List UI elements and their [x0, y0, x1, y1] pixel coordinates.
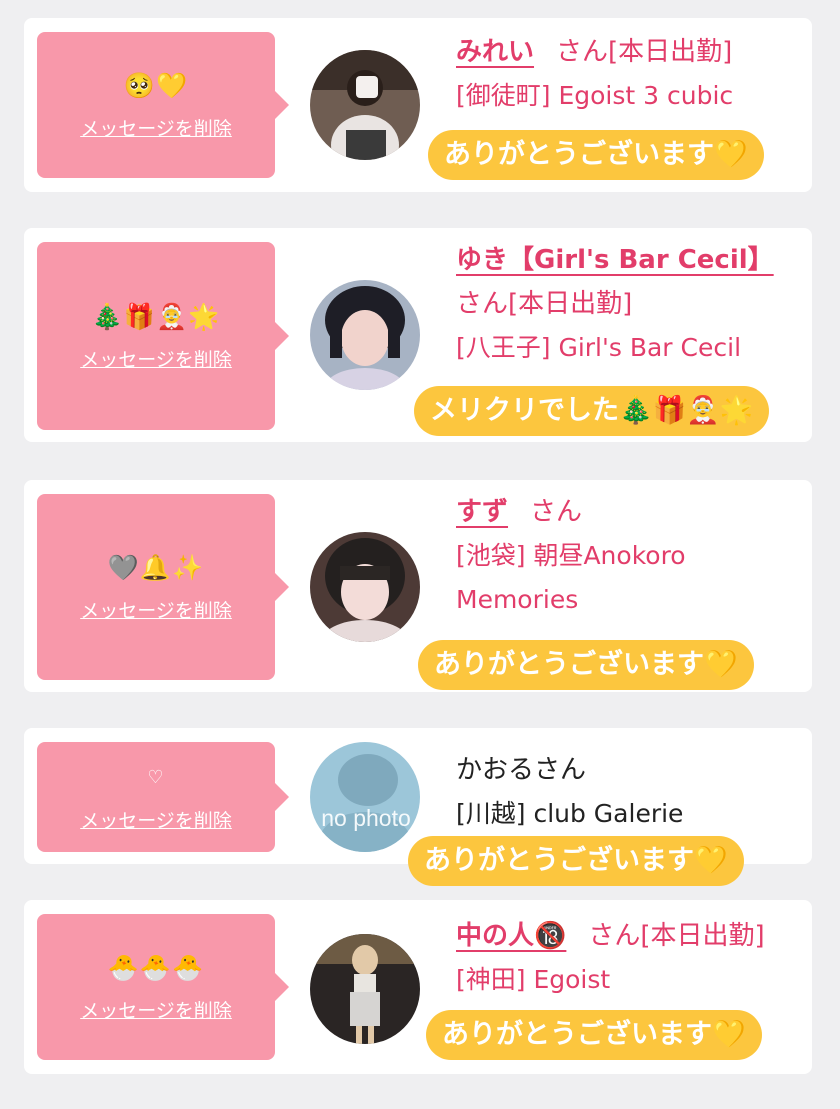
shop-info: [神田] Egoist — [456, 965, 611, 994]
message-card: 🥺💛 メッセージを削除 みれい さん[本日出勤] [御徒町] Egoist 3 c… — [24, 18, 812, 192]
sender-name[interactable]: すず — [456, 497, 508, 527]
message-emoji: ♡ — [147, 766, 165, 788]
sender-status: さん[本日出勤] — [556, 37, 733, 67]
message-bubble: 🐣🐣🐣 メッセージを削除 — [37, 914, 289, 1060]
message-info: 中の人🔞 さん[本日出勤] [神田] Egoist — [456, 914, 792, 1002]
message-emoji: 🥺💛 — [123, 70, 189, 100]
message-bubble: 🎄🎁🤶🌟 メッセージを削除 — [37, 242, 289, 430]
delete-message-link[interactable]: メッセージを削除 — [80, 114, 232, 141]
shop-info: [八王子] Girl's Bar Cecil — [456, 333, 742, 362]
avatar[interactable] — [310, 50, 420, 160]
delete-message-link[interactable]: メッセージを削除 — [80, 996, 232, 1023]
sender-status: さん[本日出勤] — [456, 289, 633, 319]
message-info: ゆき【Girl's Bar Cecil】 さん[本日出勤] [八王子] Girl… — [456, 238, 792, 370]
avatar[interactable] — [310, 532, 420, 642]
message-bubble: ♡ メッセージを削除 — [37, 742, 289, 852]
message-info: かおるさん [川越] club Galerie — [456, 748, 792, 836]
avatar[interactable] — [310, 280, 420, 390]
reply-badge: ありがとうございます💛 — [418, 640, 754, 690]
delete-message-link[interactable]: メッセージを削除 — [80, 596, 232, 623]
message-emoji: 🎄🎁🤶🌟 — [91, 301, 221, 331]
avatar[interactable]: no photo — [310, 742, 420, 852]
sender-status: さん — [530, 497, 583, 527]
delete-message-link[interactable]: メッセージを削除 — [80, 806, 232, 833]
message-emoji: 🐣🐣🐣 — [107, 952, 205, 982]
sender-name[interactable]: ゆき【Girl's Bar Cecil】 — [456, 245, 774, 275]
sender-name: かおるさん — [456, 755, 587, 785]
message-bubble: 🩶🔔✨ メッセージを削除 — [37, 494, 289, 680]
message-info: みれい さん[本日出勤] [御徒町] Egoist 3 cubic — [456, 30, 792, 118]
message-card: 🩶🔔✨ メッセージを削除 すず さん [池袋] 朝昼Anokoro Memorie… — [24, 480, 812, 692]
message-bubble: 🥺💛 メッセージを削除 — [37, 32, 289, 178]
no-photo-text: no photo — [321, 805, 411, 831]
sender-name[interactable]: みれい — [456, 37, 534, 67]
sender-status: さん[本日出勤] — [588, 921, 765, 951]
shop-info: [御徒町] Egoist 3 cubic — [456, 81, 734, 110]
delete-message-link[interactable]: メッセージを削除 — [80, 345, 232, 372]
reply-badge: メリクリでした🎄🎁🤶🌟 — [414, 386, 770, 436]
message-emoji: 🩶🔔✨ — [107, 552, 205, 582]
message-card: 🎄🎁🤶🌟 メッセージを削除 ゆき【Girl's Bar Cecil】 さん[本日… — [24, 228, 812, 442]
reply-badge: ありがとうございます💛 — [428, 130, 764, 180]
sender-name[interactable]: 中の人🔞 — [456, 921, 566, 951]
shop-info: [池袋] 朝昼Anokoro Memories — [456, 541, 686, 614]
message-info: すず さん [池袋] 朝昼Anokoro Memories — [456, 490, 792, 622]
shop-info: [川越] club Galerie — [456, 799, 684, 828]
message-card: ♡ メッセージを削除 no photo かおるさん [川越] club Gale… — [24, 728, 812, 886]
reply-badge: ありがとうございます💛 — [426, 1010, 762, 1060]
message-card: 🐣🐣🐣 メッセージを削除 中の人🔞 さん[本日出勤] [神田] Egoist あり… — [24, 900, 812, 1074]
reply-badge: ありがとうございます💛 — [408, 836, 744, 886]
avatar[interactable] — [310, 934, 420, 1044]
